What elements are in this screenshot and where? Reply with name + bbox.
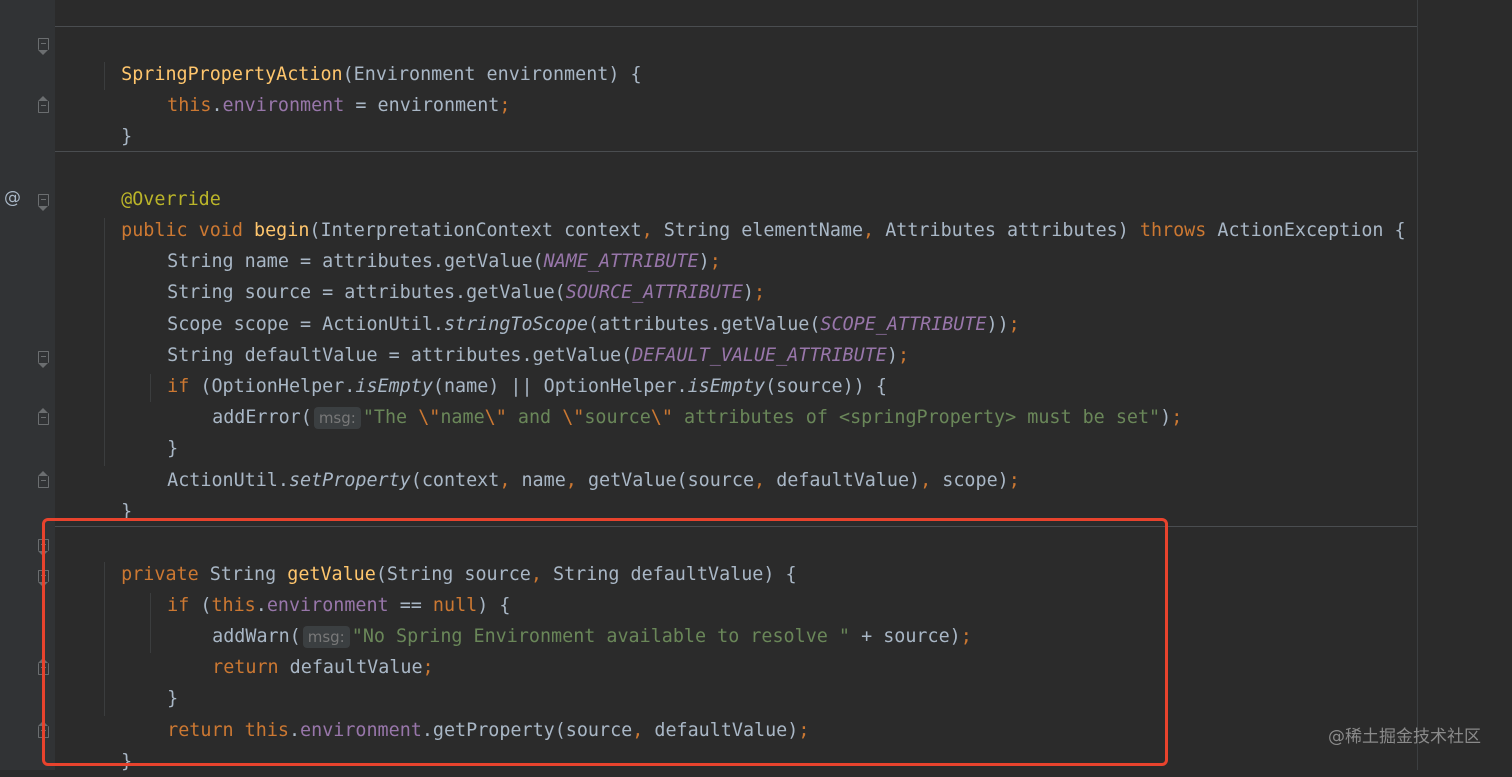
string-token: and: [506, 407, 563, 428]
string-token: attributes of <springProperty> must be s…: [672, 407, 1161, 428]
code-line[interactable]: }: [145, 402, 178, 459]
code-token: defaultValue): [776, 470, 921, 491]
code-line[interactable]: public void begin(InterpretationContext …: [99, 184, 1405, 241]
override-marker-icon[interactable]: @: [4, 187, 21, 209]
indent-guide: [104, 218, 105, 466]
code-token: Attributes attributes): [885, 220, 1140, 241]
code-token: )): [986, 314, 1009, 335]
code-line[interactable]: String defaultValue = attributes.getValu…: [145, 309, 909, 366]
string-token: source: [584, 407, 651, 428]
right-margin-guide: [1417, 0, 1418, 770]
highlight-box: [42, 518, 1168, 766]
code-token: ): [1160, 407, 1172, 428]
string-token: name: [440, 407, 485, 428]
code-token: ,: [920, 470, 943, 491]
code-token: ,: [754, 470, 777, 491]
code-line[interactable]: Scope scope = ActionUtil.stringToScope(a…: [145, 278, 1020, 335]
code-line[interactable]: }: [99, 465, 132, 522]
watermark: @稀土掘金技术社区: [1328, 727, 1481, 747]
code-token: (context: [410, 470, 500, 491]
code-token: ;: [499, 95, 511, 116]
code-token: throws: [1139, 220, 1218, 241]
code-token: ;: [1008, 314, 1020, 335]
code-line[interactable]: }: [99, 90, 132, 147]
fold-end-icon[interactable]: [38, 96, 49, 113]
code-token: = environment: [344, 95, 500, 116]
code-token: addError(: [212, 407, 312, 428]
code-line[interactable]: SpringPropertyAction(Environment environ…: [99, 28, 641, 85]
code-token: ,: [499, 470, 522, 491]
escape-token: \": [650, 407, 673, 428]
code-token: ;: [897, 345, 910, 366]
code-token: ,: [565, 470, 588, 491]
code-line[interactable]: this.environment = environment;: [145, 59, 510, 116]
code-line[interactable]: String name = attributes.getValue(NAME_A…: [145, 215, 721, 272]
code-line[interactable]: addError(msg: "The \"name\" and \"source\…: [190, 371, 1182, 429]
parameter-hint: msg:: [313, 407, 361, 429]
escape-token: \": [418, 407, 441, 428]
code-token: }: [121, 126, 133, 147]
code-token: ): [886, 345, 898, 366]
code-token: ActionUtil.: [167, 470, 289, 491]
code-token: ;: [1171, 407, 1183, 428]
code-token: .: [211, 95, 223, 116]
code-token: scope): [942, 470, 1009, 491]
escape-token: \": [484, 407, 507, 428]
fold-end-icon[interactable]: [38, 471, 49, 488]
code-line[interactable]: String source = attributes.getValue(SOUR…: [145, 246, 765, 303]
code-line[interactable]: ActionUtil.setProperty(context, name, ge…: [145, 434, 1020, 491]
method-separator: [55, 26, 1417, 27]
fold-end-icon[interactable]: [38, 408, 49, 425]
field-token: environment: [222, 95, 345, 116]
code-token: getValue(source: [587, 470, 755, 491]
code-line[interactable]: @Override: [99, 153, 221, 210]
code-token: this: [167, 95, 212, 116]
code-token: ;: [1008, 470, 1020, 491]
escape-token: \": [562, 407, 585, 428]
code-token: name: [521, 470, 566, 491]
code-line[interactable]: if (OptionHelper.isEmpty(name) || Option…: [145, 340, 887, 397]
static-method-token: setProperty: [288, 470, 411, 491]
string-token: "The: [362, 407, 419, 428]
code-token: ActionException {: [1217, 220, 1406, 241]
fold-collapse-icon[interactable]: [38, 351, 49, 368]
fold-collapse-icon[interactable]: [38, 38, 49, 55]
code-token: ,: [863, 220, 886, 241]
fold-collapse-icon[interactable]: [38, 194, 49, 211]
method-separator: [55, 151, 1417, 152]
